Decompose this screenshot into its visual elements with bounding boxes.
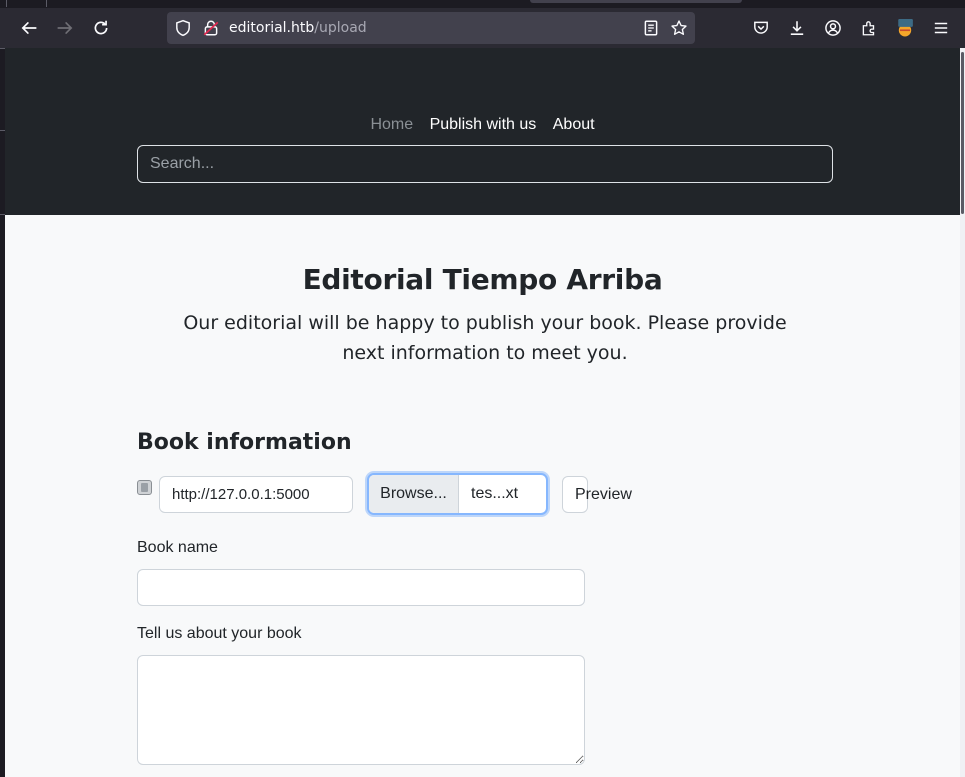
book-information-heading: Book information xyxy=(137,430,352,455)
cover-url-input[interactable] xyxy=(159,476,353,513)
book-name-input[interactable] xyxy=(137,569,585,606)
nav-publish-link[interactable]: Publish with us xyxy=(424,114,543,136)
page: Home Publish with us About Editorial Tie… xyxy=(5,48,960,777)
tab-strip xyxy=(0,0,965,8)
pocket-icon[interactable] xyxy=(749,16,773,40)
scrollbar[interactable] xyxy=(960,48,965,777)
selected-file-name: tes...xt xyxy=(471,485,519,502)
browser-toolbar: editorial.htb/upload xyxy=(0,8,965,48)
account-icon[interactable] xyxy=(821,16,845,40)
header-hero: Home Publish with us About xyxy=(5,48,960,215)
page-title: Editorial Tiempo Arriba xyxy=(302,263,663,296)
preview-button-label[interactable]: Preview xyxy=(575,476,632,513)
back-icon[interactable] xyxy=(17,16,41,40)
tab-separator xyxy=(46,0,47,7)
browse-button[interactable]: Browse... xyxy=(369,475,459,513)
burp-extension-icon[interactable] xyxy=(893,16,917,40)
scrollbar-thumb[interactable] xyxy=(961,52,964,214)
url-text[interactable]: editorial.htb/upload xyxy=(229,12,367,44)
about-book-label: Tell us about your book xyxy=(137,625,302,642)
insecure-lock-icon[interactable] xyxy=(199,16,223,40)
reload-icon[interactable] xyxy=(89,16,113,40)
nav-home-link[interactable]: Home xyxy=(364,114,419,136)
active-tab[interactable] xyxy=(530,0,742,3)
menu-icon[interactable] xyxy=(929,16,953,40)
url-path: /upload xyxy=(314,20,367,36)
url-host: editorial.htb xyxy=(229,20,315,36)
nav-about-link[interactable]: About xyxy=(547,114,601,136)
url-bar[interactable]: editorial.htb/upload xyxy=(167,12,695,44)
search-input[interactable] xyxy=(137,145,833,183)
shield-icon[interactable] xyxy=(171,16,195,40)
tab-separator xyxy=(6,0,7,7)
file-upload-input[interactable]: Browse... tes...xt xyxy=(367,473,548,515)
downloads-icon[interactable] xyxy=(785,16,809,40)
main-nav: Home Publish with us About xyxy=(5,114,960,136)
about-book-textarea[interactable] xyxy=(137,655,585,765)
page-subtitle: Our editorial will be happy to publish y… xyxy=(183,312,787,364)
cover-url-checkbox[interactable] xyxy=(137,480,152,495)
reader-view-icon[interactable] xyxy=(639,16,663,40)
book-name-label: Book name xyxy=(137,539,218,556)
extensions-icon[interactable] xyxy=(857,16,881,40)
forward-icon[interactable] xyxy=(53,16,77,40)
bookmark-star-icon[interactable] xyxy=(667,16,691,40)
